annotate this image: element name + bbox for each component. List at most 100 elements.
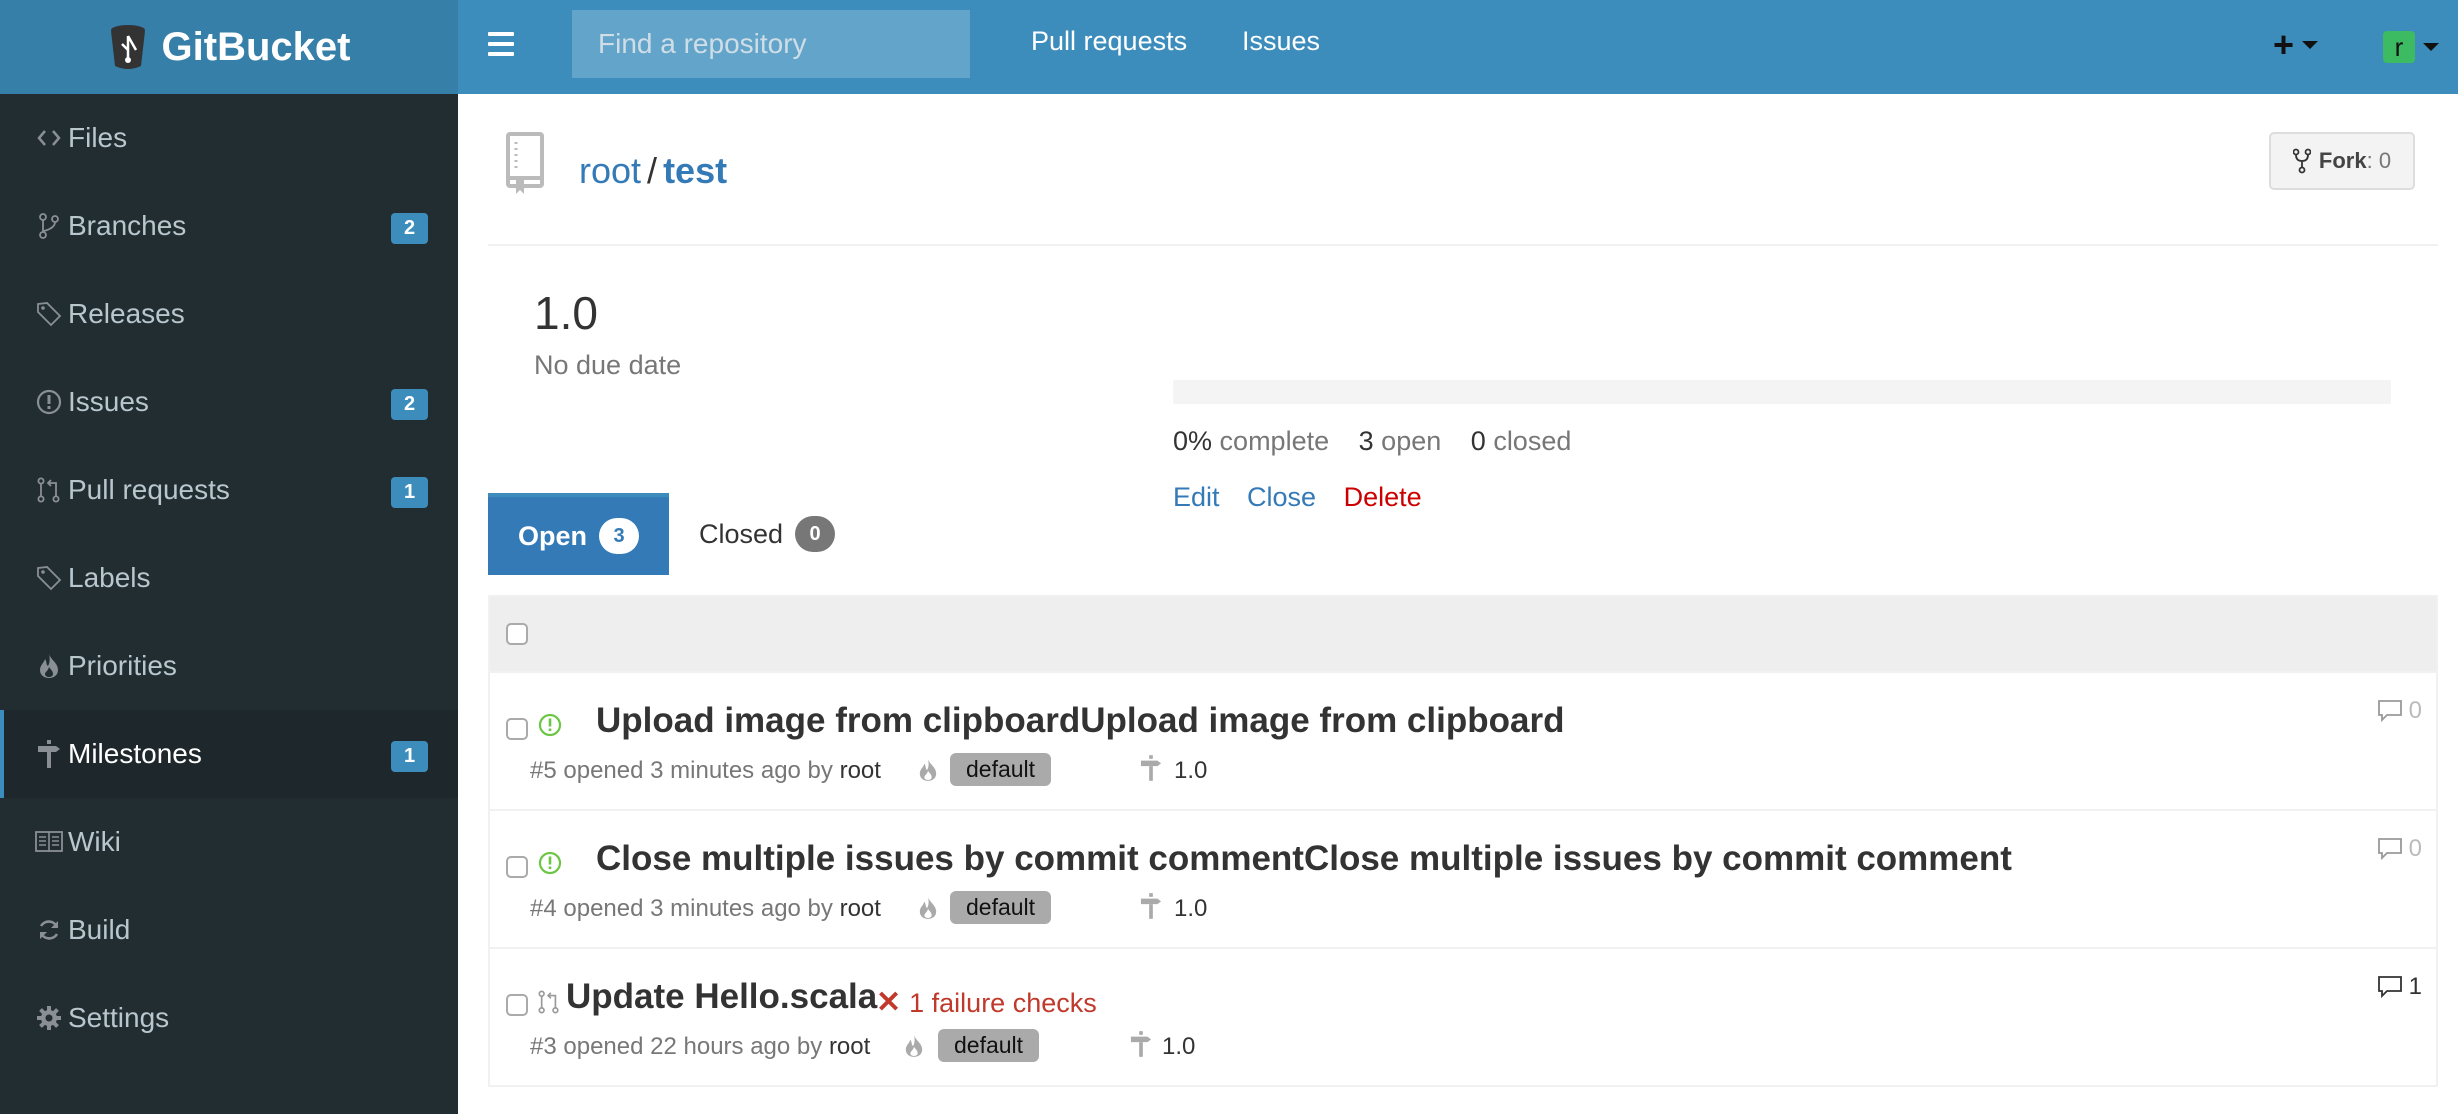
sidebar-item-label: Build: [68, 914, 131, 945]
repository-search-input[interactable]: [572, 10, 970, 78]
closed-label: closed: [1493, 426, 1572, 456]
edit-milestone-link[interactable]: Edit: [1173, 482, 1220, 512]
tag-icon: [34, 564, 64, 592]
issue-list-header: [490, 597, 2436, 671]
complete-percent: 0%: [1173, 426, 1213, 456]
sidebar-toggle-icon[interactable]: [488, 32, 514, 56]
issue-number: #4: [530, 895, 557, 922]
select-all-checkbox[interactable]: [506, 623, 528, 645]
issue-author-link[interactable]: root: [840, 895, 881, 922]
priority-label[interactable]: default: [938, 1029, 1040, 1062]
sidebar-item-label: Priorities: [68, 650, 177, 681]
priority-label[interactable]: default: [950, 891, 1052, 924]
issue-meta: #3 opened 22 hours ago by root: [530, 1033, 870, 1061]
issue-checkbox[interactable]: [506, 718, 528, 740]
milestone-progress-bar: [1173, 380, 2391, 404]
milestone-actions: Edit Close Delete: [1173, 482, 1442, 513]
count-badge: 2: [391, 389, 428, 420]
flame-icon: [918, 757, 938, 788]
milestone-icon: [1130, 1029, 1152, 1064]
comment-icon: [2377, 700, 2402, 723]
issue-title-link[interactable]: Close multiple issues by commit commentC…: [596, 839, 2012, 879]
avatar: r: [2383, 31, 2415, 63]
issue-opened-icon: [34, 388, 64, 416]
issue-milestone-link[interactable]: 1.0: [1174, 757, 1207, 785]
sync-icon: [34, 916, 64, 944]
sidebar-item-build[interactable]: Build: [0, 886, 458, 974]
logo[interactable]: GitBucket: [0, 0, 458, 94]
open-label: open: [1381, 426, 1442, 456]
issue-opened-text: opened 22 hours ago by: [563, 1033, 823, 1060]
caret-down-icon: [2423, 43, 2439, 51]
comment-icon: [2377, 976, 2402, 999]
close-milestone-link[interactable]: Close: [1247, 482, 1316, 512]
issue-state-tabs: Open 3 Closed 0: [488, 493, 865, 575]
priority-label[interactable]: default: [950, 753, 1052, 786]
tag-icon: [34, 300, 64, 328]
comment-count-value: 1: [2408, 973, 2422, 1000]
issue-opened-text: opened 3 minutes ago by: [563, 895, 833, 922]
sidebar-item-label: Issues: [68, 386, 149, 417]
sidebar-item-labels[interactable]: Labels: [0, 534, 458, 622]
caret-down-icon: [2302, 41, 2319, 49]
comment-count-value: 0: [2408, 697, 2422, 724]
issue-number: #3: [530, 1033, 557, 1060]
issue-milestone-link[interactable]: 1.0: [1174, 895, 1207, 923]
issue-checkbox[interactable]: [506, 994, 528, 1016]
repo-owner-link[interactable]: root: [579, 150, 641, 191]
issue-milestone-link[interactable]: 1.0: [1162, 1033, 1195, 1061]
repo-name-link[interactable]: test: [663, 150, 727, 191]
issue-title-link[interactable]: Upload image from clipboardUpload image …: [596, 701, 1564, 741]
nav-pull-requests[interactable]: Pull requests: [1031, 26, 1187, 57]
failure-checks-status[interactable]: ✕ 1 failure checks: [876, 985, 1097, 1020]
issue-author-link[interactable]: root: [829, 1033, 870, 1060]
sidebar-item-label: Wiki: [68, 826, 121, 857]
git-pull-request-icon: [34, 476, 64, 504]
bucket-logo-icon: [110, 25, 145, 69]
pull-request-title-link[interactable]: Update Hello.scala: [566, 977, 877, 1017]
issue-author-link[interactable]: root: [840, 757, 881, 784]
comment-count-value: 0: [2408, 835, 2422, 862]
sidebar-item-priorities[interactable]: Priorities: [0, 622, 458, 710]
comment-count[interactable]: 0: [2377, 697, 2422, 725]
logo-text: GitBucket: [161, 24, 351, 69]
fork-button[interactable]: Fork: 0: [2269, 132, 2415, 190]
issue-row: Close multiple issues by commit commentC…: [490, 809, 2436, 947]
sidebar-item-releases[interactable]: Releases: [0, 270, 458, 358]
create-new-menu[interactable]: +: [2273, 24, 2319, 66]
user-menu[interactable]: r: [2383, 31, 2439, 63]
tab-open[interactable]: Open 3: [488, 493, 670, 575]
top-navbar: Pull requests Issues + r: [458, 0, 2458, 94]
sidebar-item-issues[interactable]: Issues 2: [0, 358, 458, 446]
issue-number: #5: [530, 757, 557, 784]
sidebar-item-settings[interactable]: Settings: [0, 974, 458, 1062]
open-count: 3: [1358, 426, 1374, 456]
comment-count[interactable]: 1: [2377, 973, 2422, 1001]
sidebar-item-files[interactable]: Files: [0, 94, 458, 182]
gear-icon: [34, 1004, 64, 1032]
breadcrumb: root / test: [579, 150, 727, 192]
issue-meta: #4 opened 3 minutes ago by root: [530, 895, 881, 923]
sidebar-item-pull-requests[interactable]: Pull requests 1: [0, 446, 458, 534]
issue-list: Upload image from clipboardUpload image …: [488, 595, 2438, 1087]
milestone-stats: 0% complete 3 open 0 closed: [1173, 426, 1593, 457]
header-divider: [488, 244, 2438, 246]
main-content: root / test Fork: 0 1.0 No due date 0% com…: [458, 94, 2458, 1114]
tab-closed[interactable]: Closed 0: [669, 493, 865, 575]
comment-count[interactable]: 0: [2377, 835, 2422, 863]
sidebar-item-wiki[interactable]: Wiki: [0, 798, 458, 886]
complete-label: complete: [1219, 426, 1330, 456]
nav-issues[interactable]: Issues: [1242, 26, 1320, 57]
sidebar-item-branches[interactable]: Branches 2: [0, 182, 458, 270]
issue-checkbox[interactable]: [506, 856, 528, 878]
tab-label: Closed: [699, 518, 784, 549]
sidebar-item-label: Labels: [68, 562, 151, 593]
delete-milestone-link[interactable]: Delete: [1344, 482, 1422, 512]
book-icon: [34, 828, 64, 856]
sidebar-item-milestones[interactable]: Milestones 1: [0, 710, 458, 798]
count-badge: 1: [391, 741, 428, 772]
milestone-due-date: No due date: [534, 350, 682, 380]
fork-count: : 0: [2366, 148, 2392, 173]
issue-meta: #5 opened 3 minutes ago by root: [530, 757, 881, 785]
issue-opened-icon: [538, 713, 562, 742]
